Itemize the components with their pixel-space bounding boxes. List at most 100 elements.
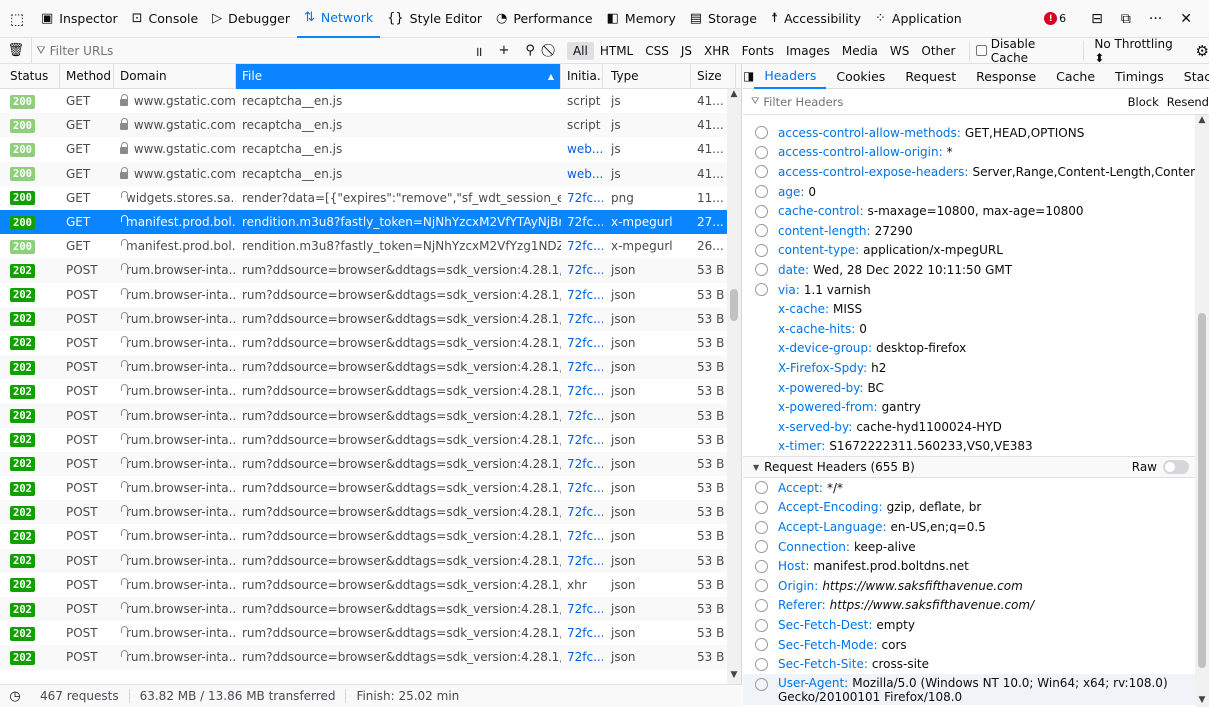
help-icon[interactable] <box>755 165 768 179</box>
table-row[interactable]: 202 POST rum.browser-inta... rum?ddsource=b… <box>0 428 741 452</box>
scrollbar-thumb[interactable] <box>1198 313 1206 668</box>
tab-timings[interactable]: Timings <box>1105 64 1174 89</box>
error-icon[interactable]: ! <box>1044 12 1058 25</box>
filter-chip-images[interactable]: Images <box>780 42 836 60</box>
help-icon[interactable] <box>755 145 768 159</box>
toggle-switch-icon[interactable] <box>1163 460 1189 475</box>
initiator-cell[interactable]: 72fc... <box>561 505 603 519</box>
more-options-icon[interactable]: ··· <box>1149 11 1162 27</box>
column-size[interactable]: Size <box>691 64 736 89</box>
initiator-cell[interactable]: 72fc... <box>561 602 603 616</box>
initiator-cell[interactable]: 72fc... <box>561 409 603 423</box>
table-row[interactable]: 202 POST rum.browser-inta... rum?ddsource=b… <box>0 379 741 403</box>
help-icon[interactable] <box>755 283 768 297</box>
table-row[interactable]: 202 POST rum.browser-inta... rum?ddsource=b… <box>0 403 741 428</box>
initiator-cell[interactable]: 72fc... <box>561 239 603 253</box>
raw-toggle[interactable]: Raw <box>1132 460 1189 475</box>
filter-chip-fonts[interactable]: Fonts <box>736 42 780 60</box>
filter-chip-media[interactable]: Media <box>836 42 884 60</box>
table-row[interactable]: 202 POST rum.browser-inta... rum?ddsource=b… <box>0 306 741 331</box>
help-icon[interactable] <box>755 520 768 534</box>
help-icon[interactable] <box>755 243 768 257</box>
table-row[interactable]: 200 GET www.gstatic.com recaptcha__en.js scr… <box>0 113 741 138</box>
tab-request[interactable]: Request <box>895 64 966 89</box>
details-scrollbar[interactable]: ▲ ▼ <box>1195 115 1209 707</box>
help-icon[interactable] <box>755 559 768 573</box>
table-row[interactable]: 202 POST rum.browser-inta... rum?ddsource=b… <box>0 476 741 500</box>
help-icon[interactable] <box>755 126 768 140</box>
block-button[interactable]: Block <box>1128 95 1159 109</box>
element-picker-icon[interactable]: ⬚ <box>0 0 34 38</box>
table-row[interactable]: 200 GET widgets.stores.sa... render?data=[{… <box>0 186 741 210</box>
disable-cache-checkbox[interactable]: Disable Cache <box>969 37 1069 65</box>
clear-trash-icon[interactable]: 🗑 <box>0 43 31 58</box>
initiator-cell[interactable]: 72fc... <box>561 312 603 326</box>
help-icon[interactable] <box>755 500 768 514</box>
tab-response[interactable]: Response <box>966 64 1046 89</box>
table-row[interactable]: 202 POST rum.browser-inta... rum?ddsource=b… <box>0 500 741 525</box>
table-row[interactable]: 202 POST rum.browser-inta... rum?ddsource=b… <box>0 573 741 597</box>
add-request-icon[interactable]: + <box>499 43 510 58</box>
scroll-down-icon[interactable]: ▼ <box>1195 695 1209 705</box>
tab-debugger[interactable]: ▷ Debugger <box>205 0 297 38</box>
filter-chip-all[interactable]: All <box>566 41 594 60</box>
initiator-cell[interactable]: 72fc... <box>561 457 603 471</box>
column-status[interactable]: Status <box>0 64 60 89</box>
help-icon[interactable] <box>755 638 768 652</box>
tab-style-editor[interactable]: {} Style Editor <box>380 0 489 38</box>
filter-headers-input[interactable]: Filter Headers <box>763 95 843 109</box>
table-row[interactable]: 200 GET www.gstatic.com recaptcha__en.js scr… <box>0 89 741 113</box>
tab-headers[interactable]: Headers <box>754 64 827 89</box>
table-row[interactable]: 202 POST rum.browser-inta... rum?ddsource=b… <box>0 331 741 355</box>
scroll-up-icon[interactable]: ▲ <box>727 89 741 99</box>
tab-performance[interactable]: ◔ Performance <box>489 0 600 38</box>
table-row[interactable]: 202 POST rum.browser-inta... rum?ddsource=b… <box>0 548 741 573</box>
tab-cookies[interactable]: Cookies <box>826 64 895 89</box>
table-row[interactable]: 202 POST rum.browser-inta... rum?ddsource=b… <box>0 451 741 476</box>
initiator-cell[interactable]: 72fc... <box>561 481 603 495</box>
initiator-cell[interactable]: 72fc... <box>561 433 603 447</box>
throttling-select[interactable]: No Throttling ⬍ <box>1083 37 1179 65</box>
table-row[interactable]: 200 GET www.gstatic.com recaptcha__en.js web… <box>0 161 741 186</box>
help-icon[interactable] <box>755 579 768 593</box>
help-icon[interactable] <box>755 540 768 554</box>
column-domain[interactable]: Domain <box>114 64 236 89</box>
help-icon[interactable] <box>755 224 768 238</box>
table-row[interactable]: 200 GET manifest.prod.bol... rendition.m3u8… <box>0 209 741 235</box>
tab-accessibility[interactable]: ☨ Accessibility <box>764 0 868 38</box>
pause-icon[interactable]: ॥ <box>475 42 483 60</box>
initiator-cell[interactable]: 72fc... <box>561 288 603 302</box>
help-icon[interactable] <box>755 618 768 632</box>
help-icon[interactable] <box>755 598 768 612</box>
help-icon[interactable] <box>755 204 768 218</box>
table-row[interactable]: 200 GET www.gstatic.com recaptcha__en.js web… <box>0 137 741 161</box>
close-icon[interactable]: ✕ <box>1180 11 1192 27</box>
scrollbar-thumb[interactable] <box>730 289 738 321</box>
filter-urls-input[interactable]: ⛛ Filter URLs <box>31 37 428 64</box>
filter-chip-ws[interactable]: WS <box>884 42 915 60</box>
table-row[interactable]: 202 POST rum.browser-inta... rum?ddsource=b… <box>0 645 741 670</box>
initiator-cell[interactable]: 72fc... <box>561 554 603 568</box>
initiator-cell[interactable]: web... <box>561 142 603 156</box>
request-headers-section[interactable]: ▼ Request Headers (655 B) Raw <box>743 456 1195 479</box>
tab-network[interactable]: ⇅ Network <box>297 0 381 38</box>
help-icon[interactable] <box>755 263 768 277</box>
help-icon[interactable] <box>755 481 768 495</box>
table-row[interactable]: 200 GET manifest.prod.bol... rendition.m3u8… <box>0 234 741 258</box>
request-list-scrollbar[interactable]: ▲ ▼ <box>727 89 741 684</box>
tab-storage[interactable]: ▤ Storage <box>683 0 764 38</box>
filter-chip-other[interactable]: Other <box>915 42 961 60</box>
help-icon[interactable] <box>755 185 768 199</box>
column-type[interactable]: Type <box>603 64 691 89</box>
tab-application[interactable]: ⁘ Application <box>868 0 969 38</box>
table-row[interactable]: 202 POST rum.browser-inta... rum?ddsource=b… <box>0 258 741 283</box>
initiator-cell[interactable]: 72fc... <box>561 360 603 374</box>
initiator-cell[interactable]: 72fc... <box>561 384 603 398</box>
table-row[interactable]: 202 POST rum.browser-inta... rum?ddsource=b… <box>0 355 741 380</box>
dock-options-icon[interactable]: ⧉ <box>1121 11 1131 27</box>
table-row[interactable]: 202 POST rum.browser-inta... rum?ddsource=b… <box>0 596 741 622</box>
tab-inspector[interactable]: ▣ Inspector <box>34 0 125 38</box>
table-row[interactable]: 202 POST rum.browser-inta... rum?ddsource=b… <box>0 524 741 548</box>
resend-button[interactable]: Resend <box>1167 95 1209 109</box>
initiator-cell[interactable]: 72fc... <box>561 191 603 205</box>
